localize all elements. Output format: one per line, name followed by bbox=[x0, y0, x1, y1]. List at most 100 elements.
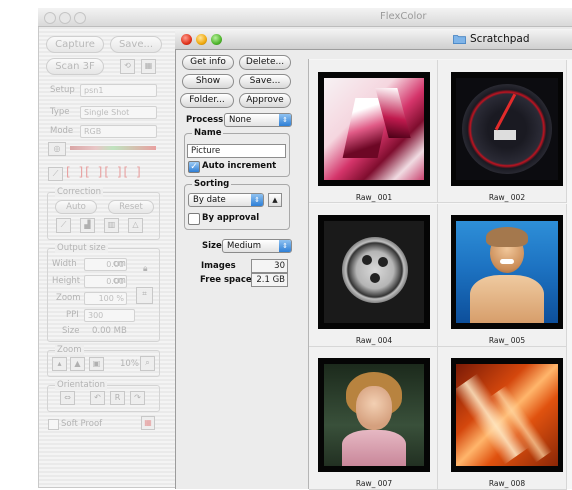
levels-icon[interactable]: ▥ bbox=[104, 218, 119, 233]
lock-icon[interactable]: 🔒︎ bbox=[143, 264, 148, 274]
process-value: None bbox=[229, 115, 252, 125]
refresh-icon[interactable]: ⟲ bbox=[120, 59, 135, 74]
setup-label: Setup bbox=[50, 85, 75, 95]
by-approval-checkbox[interactable] bbox=[188, 213, 200, 225]
close-button[interactable] bbox=[44, 12, 56, 24]
sorting-label: Sorting bbox=[192, 179, 232, 189]
crop-markers: [ ][ ][ ][ ] bbox=[66, 165, 143, 179]
scan-button[interactable]: Scan 3F bbox=[46, 58, 104, 75]
thumbnail-caption: Raw_ 005 bbox=[488, 336, 526, 345]
scratchpad-close-button[interactable] bbox=[181, 34, 192, 45]
crop-icon[interactable]: ⌗ bbox=[136, 287, 153, 304]
get-info-button[interactable]: Get info bbox=[182, 55, 234, 70]
width-unit: cm bbox=[113, 259, 126, 269]
thumbnail-caption: Raw_ 008 bbox=[488, 479, 526, 488]
histogram-icon[interactable]: ▟ bbox=[80, 218, 95, 233]
zoom-percent: 10% bbox=[120, 359, 139, 369]
auto-increment-label: Auto increment bbox=[202, 161, 277, 171]
flip-icon[interactable]: ⇔ bbox=[60, 391, 75, 405]
size-value: 0.00 MB bbox=[92, 326, 127, 336]
capture-button[interactable]: Capture bbox=[46, 36, 104, 53]
ppi-label: PPI bbox=[66, 310, 79, 320]
scratchpad-zoom-button[interactable] bbox=[211, 34, 222, 45]
sort-direction-icon[interactable]: ▲ bbox=[268, 193, 282, 207]
thumbnail-image bbox=[324, 364, 424, 466]
folder-button[interactable]: Folder... bbox=[180, 93, 234, 108]
reset-button[interactable]: Reset bbox=[108, 200, 154, 214]
size-select[interactable]: Medium ⇕ bbox=[222, 239, 292, 253]
zoom-section-label: Zoom bbox=[55, 345, 84, 355]
zoom-field[interactable]: 100 % bbox=[84, 292, 127, 305]
popup-arrows-icon: ⇕ bbox=[251, 194, 263, 206]
free-space-label: Free space bbox=[200, 275, 252, 285]
size-label: Size bbox=[62, 326, 80, 336]
mode-label: Mode bbox=[50, 126, 74, 136]
zoom-fit-icon[interactable]: ▲ bbox=[70, 357, 85, 371]
process-select[interactable]: None ⇕ bbox=[224, 113, 292, 127]
name-field[interactable]: Picture bbox=[187, 144, 286, 158]
thumbnail-image bbox=[324, 221, 424, 323]
setup-select[interactable]: psn1 bbox=[80, 84, 157, 97]
name-label: Name bbox=[192, 128, 224, 138]
sorting-value: By date bbox=[193, 195, 226, 205]
approve-button[interactable]: Approve bbox=[239, 93, 291, 108]
thumbnail-caption: Raw_ 004 bbox=[355, 336, 393, 345]
soft-proof-label: Soft Proof bbox=[61, 419, 103, 429]
size-value: Medium bbox=[227, 241, 261, 251]
process-label: Process bbox=[186, 115, 224, 125]
thumbnail-caption: Raw_ 007 bbox=[355, 479, 393, 488]
grid-icon[interactable]: ▦ bbox=[141, 59, 156, 74]
type-select[interactable]: Single Shot bbox=[80, 106, 157, 119]
popup-arrows-icon: ⇕ bbox=[279, 240, 291, 252]
by-approval-label: By approval bbox=[202, 213, 260, 223]
flexcolor-titlebar bbox=[38, 8, 572, 27]
magnifier-icon[interactable]: ⌕ bbox=[140, 356, 155, 371]
curves-icon[interactable]: ⟋ bbox=[56, 218, 71, 233]
exposure-bar bbox=[70, 146, 156, 150]
images-label: Images bbox=[201, 261, 236, 271]
thumbnail-caption: Raw_ 001 bbox=[355, 193, 393, 202]
thumbnail-image bbox=[456, 221, 558, 323]
zoom-label: Zoom bbox=[56, 293, 81, 303]
output-size-label: Output size bbox=[55, 243, 108, 253]
images-value: 30 bbox=[251, 259, 288, 273]
minimize-button[interactable] bbox=[59, 12, 71, 24]
exposure-icon[interactable]: ◎ bbox=[48, 142, 66, 156]
show-button[interactable]: Show bbox=[182, 74, 234, 89]
mode-select[interactable]: RGB bbox=[80, 125, 157, 138]
width-label: Width bbox=[52, 259, 77, 269]
height-label: Height bbox=[52, 276, 81, 286]
zoom-button[interactable] bbox=[74, 12, 86, 24]
auto-button[interactable]: Auto bbox=[55, 200, 97, 214]
type-label: Type bbox=[50, 107, 70, 117]
thumbnail-image bbox=[456, 364, 558, 466]
folder-icon bbox=[453, 35, 466, 44]
rotate-reset-icon[interactable]: R bbox=[110, 391, 125, 405]
zoom-in-icon[interactable]: ▣ bbox=[89, 357, 104, 371]
sharpen-icon[interactable]: △ bbox=[128, 218, 143, 233]
soft-proof-checkbox[interactable] bbox=[48, 419, 59, 430]
free-space-value: 2.1 GB bbox=[251, 273, 288, 287]
size-label: Size bbox=[202, 241, 222, 251]
sorting-select[interactable]: By date ⇕ bbox=[188, 193, 264, 207]
correction-label: Correction bbox=[55, 187, 103, 197]
rotate-left-icon[interactable]: ↶ bbox=[90, 391, 105, 405]
scratchpad-title: Scratchpad bbox=[470, 33, 530, 45]
soft-proof-icon[interactable]: ▦ bbox=[141, 416, 155, 430]
rotate-right-icon[interactable]: ↷ bbox=[130, 391, 145, 405]
save-button[interactable]: Save... bbox=[239, 74, 291, 89]
thumbnail-image bbox=[324, 78, 424, 180]
app-title: FlexColor bbox=[380, 11, 427, 22]
orientation-label: Orientation bbox=[55, 380, 107, 390]
delete-button[interactable]: Delete... bbox=[239, 55, 291, 70]
ppi-select[interactable]: 300 bbox=[84, 309, 135, 322]
thumbnail-caption: Raw_ 002 bbox=[488, 193, 526, 202]
popup-arrows-icon: ⇕ bbox=[279, 114, 291, 126]
panel-save-button[interactable]: Save... bbox=[110, 36, 162, 53]
zoom-out-icon[interactable]: ▴ bbox=[52, 357, 67, 371]
scratchpad-minimize-button[interactable] bbox=[196, 34, 207, 45]
thumbnail-image bbox=[456, 78, 558, 180]
height-unit: cm bbox=[113, 276, 126, 286]
auto-increment-checkbox[interactable]: ✓ bbox=[188, 161, 200, 173]
pen-icon[interactable]: ⟋ bbox=[48, 167, 63, 181]
